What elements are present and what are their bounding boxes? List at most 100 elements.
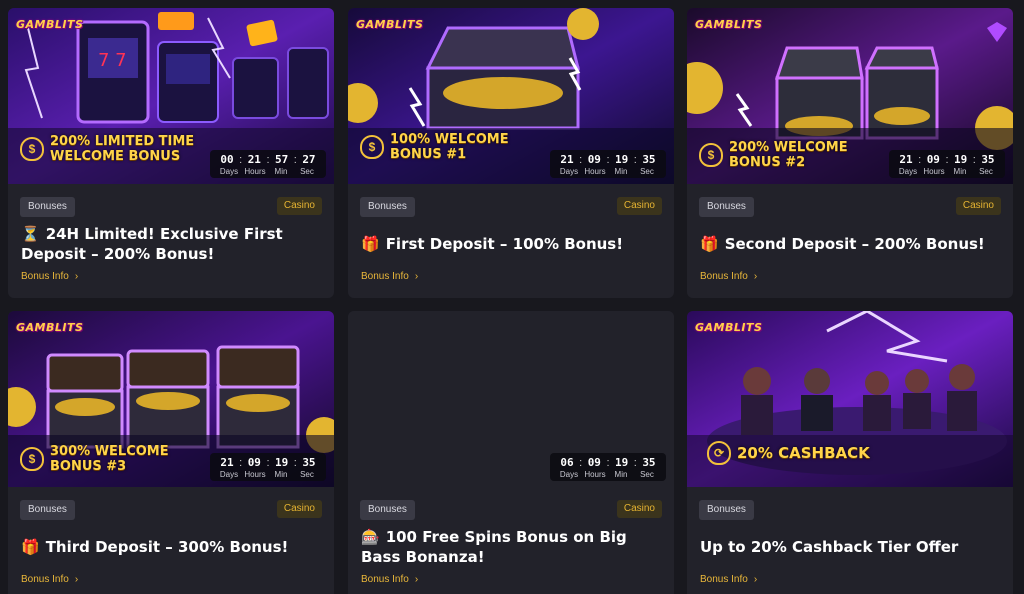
countdown-label-days: Days — [559, 167, 579, 176]
countdown-timer: 21: 09: 19: 35 Days Hours Min Sec — [210, 453, 326, 481]
countdown-label-sec: Sec — [300, 167, 314, 176]
countdown-label-days: Days — [219, 167, 239, 176]
svg-text:7 7: 7 7 — [98, 50, 127, 71]
casino-logo: GAMBLITS — [16, 18, 84, 31]
category-badge: Bonuses — [360, 500, 415, 520]
countdown-days: 21 — [899, 153, 913, 166]
countdown-seconds: 35 — [642, 456, 656, 469]
countdown-label-sec: Sec — [640, 470, 654, 479]
promo-text: 300% WELCOME BONUS #3 — [50, 444, 169, 474]
bonus-info-label: Bonus Info — [361, 271, 409, 282]
card-title[interactable]: ⏳ 24H Limited! Exclusive First Deposit – … — [21, 224, 322, 264]
gift-icon: 🎁 — [21, 538, 40, 556]
card-title[interactable]: 🎁 First Deposit – 100% Bonus! — [361, 234, 662, 254]
promo-banner[interactable]: GAMBLITS $ 200% WELCOME BONUS #2 21: 09:… — [687, 8, 1013, 184]
slot-machine-icon: 🎰 — [361, 528, 380, 546]
type-badge: Casino — [276, 197, 322, 215]
countdown-minutes: 19 — [615, 456, 629, 469]
countdown-label-hours: Hours — [923, 167, 945, 176]
countdown-minutes: 19 — [275, 456, 289, 469]
promo-banner[interactable]: GAMBLITS $ 100% WELCOME BONUS #1 21: 09:… — [348, 8, 674, 184]
promo-banner[interactable]: GAMBLITS ⟳ 20% CASHBACK — [687, 311, 1013, 487]
promo-card[interactable]: 06: 09: 19: 35 Days Hours Min Sec Bonuse… — [348, 311, 674, 594]
gift-icon: 🎁 — [700, 235, 719, 253]
promo-headline: $ 300% WELCOME BONUS #3 — [20, 444, 169, 474]
card-badges: Bonuses Casino — [20, 197, 322, 217]
countdown-timer: 21: 09: 19: 35 Days Hours Min Sec — [889, 150, 1005, 178]
chevron-right-icon: › — [753, 271, 758, 282]
countdown-label-days: Days — [219, 470, 239, 479]
promo-banner[interactable]: 7 7 GAMBLITS $ 200% LIMITED TIME WELCOME… — [8, 8, 334, 184]
bonus-info-label: Bonus Info — [700, 271, 748, 282]
countdown-timer: 06: 09: 19: 35 Days Hours Min Sec — [550, 453, 666, 481]
card-title[interactable]: 🎰 100 Free Spins Bonus on Big Bass Bonanz… — [361, 527, 662, 567]
countdown-label-hours: Hours — [584, 167, 606, 176]
bonus-info-link[interactable]: Bonus Info › — [361, 574, 418, 585]
promo-headline: $ 200% WELCOME BONUS #2 — [699, 140, 848, 170]
bonus-info-label: Bonus Info — [361, 574, 409, 585]
cashback-arrows-icon: ⟳ — [707, 441, 731, 465]
promo-headline: ⟳ 20% CASHBACK — [707, 441, 870, 465]
bonus-info-label: Bonus Info — [21, 271, 69, 282]
promo-card[interactable]: GAMBLITS $ 300% WELCOME BONUS #3 21: 09:… — [8, 311, 334, 594]
card-badges: Bonuses Casino — [20, 500, 322, 520]
casino-logo: GAMBLITS — [16, 321, 84, 334]
card-title-text: First Deposit – 100% Bonus! — [385, 235, 624, 253]
money-bag-icon: $ — [699, 143, 723, 167]
countdown-days: 00 — [220, 153, 234, 166]
promo-banner[interactable]: GAMBLITS $ 300% WELCOME BONUS #3 21: 09:… — [8, 311, 334, 487]
countdown-days: 21 — [220, 456, 234, 469]
bonus-info-link[interactable]: Bonus Info › — [21, 271, 78, 282]
countdown-timer: 00: 21: 57: 27 Days Hours Min Sec — [210, 150, 326, 178]
money-bag-icon: $ — [20, 137, 44, 161]
money-bag-icon: $ — [360, 135, 384, 159]
countdown-minutes: 19 — [615, 153, 629, 166]
type-badge: Casino — [276, 500, 322, 518]
bonus-info-link[interactable]: Bonus Info › — [700, 574, 757, 585]
countdown-hours: 09 — [926, 153, 940, 166]
card-badges: Bonuses — [699, 500, 1001, 520]
chevron-right-icon: › — [414, 271, 419, 282]
countdown-seconds: 35 — [981, 153, 995, 166]
promo-card[interactable]: GAMBLITS ⟳ 20% CASHBACK Bonuses Up to 20… — [687, 311, 1013, 594]
category-badge: Bonuses — [20, 500, 75, 520]
chevron-right-icon: › — [753, 574, 758, 585]
money-bag-icon: $ — [20, 447, 44, 471]
card-title-text: Second Deposit – 200% Bonus! — [724, 235, 985, 253]
card-title-text: Third Deposit – 300% Bonus! — [45, 538, 289, 556]
bonus-info-link[interactable]: Bonus Info › — [21, 574, 78, 585]
countdown-hours: 21 — [247, 153, 261, 166]
countdown-seconds: 27 — [302, 153, 316, 166]
hourglass-icon: ⏳ — [21, 225, 40, 243]
countdown-seconds: 35 — [302, 456, 316, 469]
countdown-label-sec: Sec — [640, 167, 654, 176]
countdown-hours: 09 — [587, 456, 601, 469]
promo-text: 100% WELCOME BONUS #1 — [390, 132, 509, 162]
countdown-days: 06 — [560, 456, 574, 469]
countdown-minutes: 19 — [954, 153, 968, 166]
countdown-label-min: Min — [274, 167, 288, 176]
casino-logo: GAMBLITS — [695, 321, 763, 334]
card-title[interactable]: 🎁 Third Deposit – 300% Bonus! — [21, 537, 322, 557]
countdown-label-sec: Sec — [979, 167, 993, 176]
card-title[interactable]: 🎁 Second Deposit – 200% Bonus! — [700, 234, 1001, 254]
countdown-label-min: Min — [614, 167, 628, 176]
card-title-text: Up to 20% Cashback Tier Offer — [700, 538, 959, 556]
category-badge: Bonuses — [20, 197, 75, 217]
promo-card[interactable]: 7 7 GAMBLITS $ 200% LIMITED TIME WELCOME… — [8, 8, 334, 298]
chevron-right-icon: › — [74, 271, 79, 282]
gift-icon: 🎁 — [361, 235, 380, 253]
promo-card[interactable]: GAMBLITS $ 100% WELCOME BONUS #1 21: 09:… — [348, 8, 674, 298]
category-badge: Bonuses — [699, 197, 754, 217]
bonus-info-link[interactable]: Bonus Info › — [361, 271, 418, 282]
promo-card[interactable]: GAMBLITS $ 200% WELCOME BONUS #2 21: 09:… — [687, 8, 1013, 298]
promo-headline: $ 200% LIMITED TIME WELCOME BONUS — [20, 134, 194, 164]
countdown-label-days: Days — [898, 167, 918, 176]
chevron-right-icon: › — [74, 574, 79, 585]
promo-banner-placeholder[interactable]: 06: 09: 19: 35 Days Hours Min Sec — [348, 311, 674, 487]
category-badge: Bonuses — [360, 197, 415, 217]
countdown-minutes: 57 — [275, 153, 289, 166]
card-title[interactable]: Up to 20% Cashback Tier Offer — [700, 537, 1001, 557]
bonus-info-link[interactable]: Bonus Info › — [700, 271, 757, 282]
countdown-label-sec: Sec — [300, 470, 314, 479]
